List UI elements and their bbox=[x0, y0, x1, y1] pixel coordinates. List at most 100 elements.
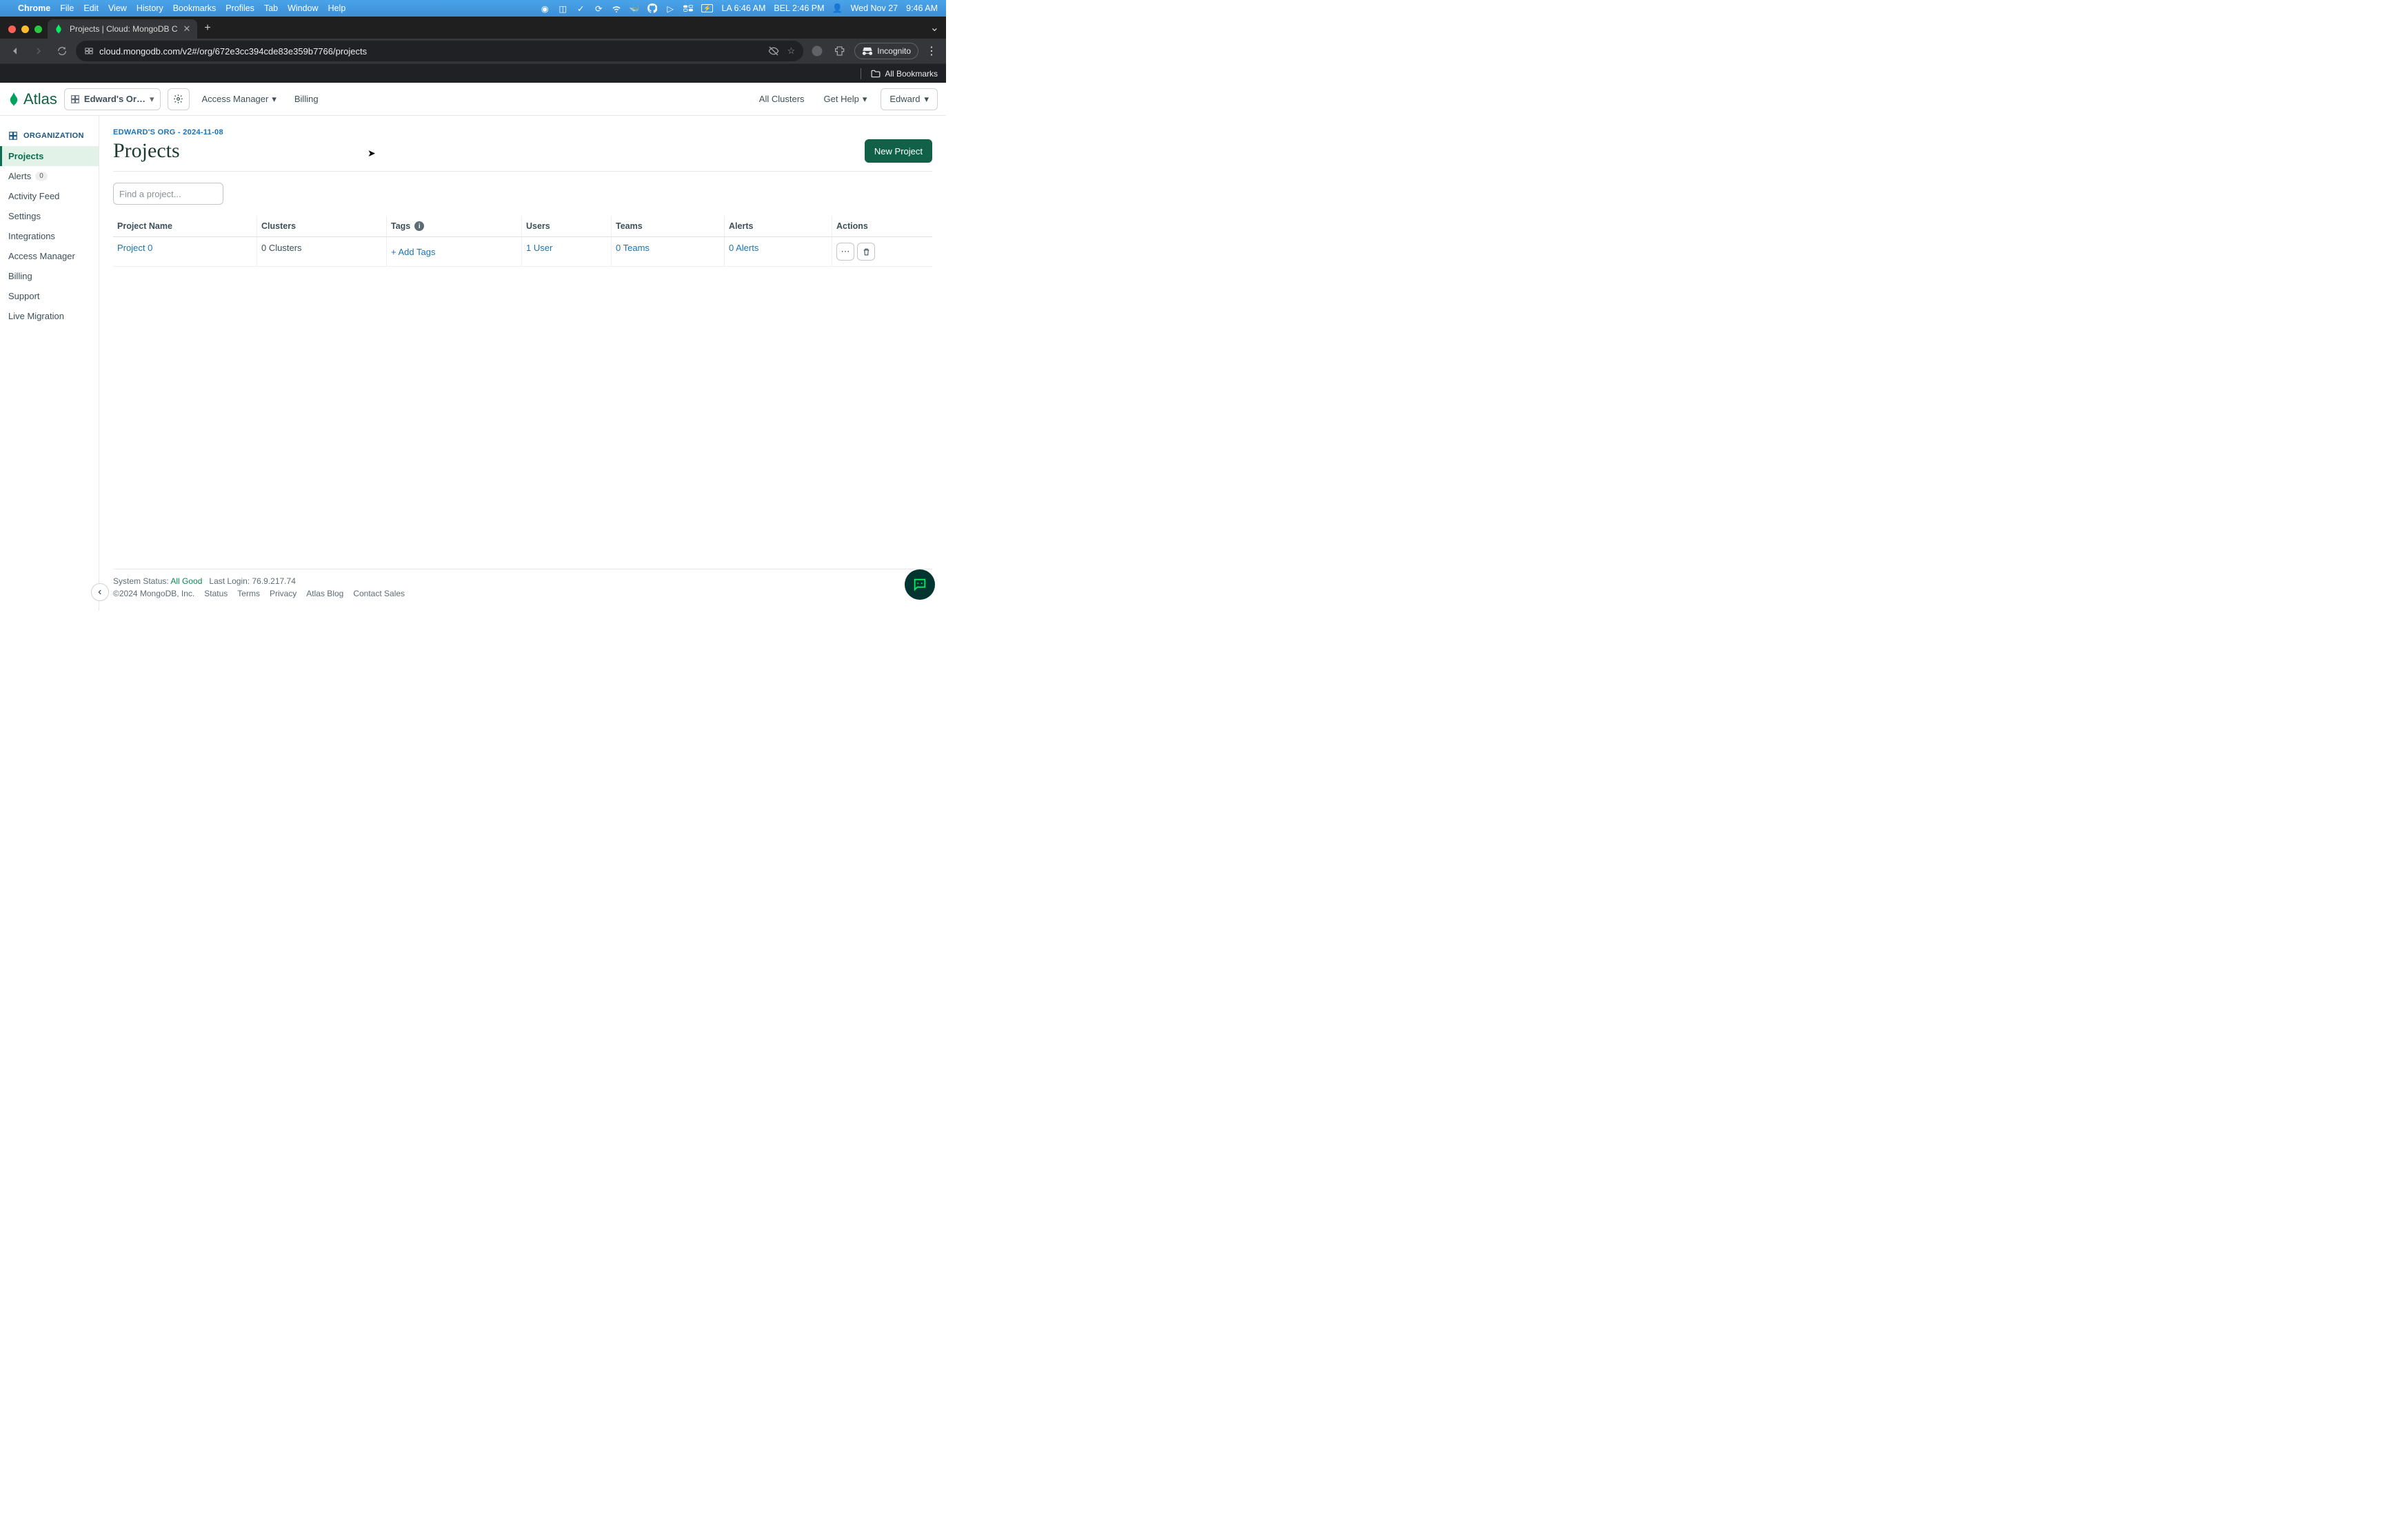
chrome-menu-button[interactable]: ⋮ bbox=[923, 44, 941, 58]
access-manager-dropdown[interactable]: Access Manager ▾ bbox=[197, 94, 282, 105]
chrome-tab-strip: Projects | Cloud: MongoDB C ✕ + ⌄ bbox=[0, 17, 946, 39]
sidebar-item-projects[interactable]: Projects bbox=[0, 146, 99, 166]
alerts-link[interactable]: 0 Alerts bbox=[724, 237, 832, 266]
org-settings-button[interactable] bbox=[168, 88, 190, 110]
mongodb-leaf-icon bbox=[8, 92, 19, 106]
footer-link-terms[interactable]: Terms bbox=[237, 589, 260, 598]
tab-overflow-button[interactable]: ⌄ bbox=[930, 21, 946, 39]
new-tab-button[interactable]: + bbox=[197, 22, 217, 39]
menu-tab[interactable]: Tab bbox=[264, 3, 278, 13]
incognito-indicator[interactable]: Incognito bbox=[854, 43, 918, 59]
last-login-value: 76.9.217.74 bbox=[252, 576, 295, 586]
footer-link-privacy[interactable]: Privacy bbox=[270, 589, 296, 598]
docker-icon[interactable]: 🐳 bbox=[630, 3, 639, 13]
back-button[interactable] bbox=[6, 41, 25, 61]
profile-button[interactable] bbox=[807, 41, 827, 61]
play-icon[interactable]: ▷ bbox=[665, 3, 675, 13]
sidebar-item-activity-feed[interactable]: Activity Feed bbox=[0, 186, 99, 206]
sidebar-item-integrations[interactable]: Integrations bbox=[0, 226, 99, 246]
sidebar-item-live-migration[interactable]: Live Migration bbox=[0, 306, 99, 326]
sidebar-item-alerts[interactable]: Alerts 0 bbox=[0, 166, 99, 186]
breadcrumb[interactable]: EDWARD'S ORG - 2024-11-08 bbox=[113, 128, 932, 136]
sync-icon[interactable]: ⟳ bbox=[594, 3, 603, 13]
delete-button[interactable] bbox=[857, 243, 875, 261]
all-clusters-link[interactable]: All Clusters bbox=[754, 94, 810, 104]
status-value[interactable]: All Good bbox=[170, 576, 202, 586]
get-help-dropdown[interactable]: Get Help ▾ bbox=[818, 94, 873, 105]
wifi-icon[interactable] bbox=[612, 3, 621, 13]
info-icon[interactable]: i bbox=[414, 221, 424, 231]
minimize-window-button[interactable] bbox=[21, 26, 29, 33]
box-icon[interactable]: ◫ bbox=[558, 3, 567, 13]
control-center-icon[interactable] bbox=[683, 3, 693, 13]
users-link[interactable]: 1 User bbox=[521, 237, 611, 266]
sidebar-item-access-manager[interactable]: Access Manager bbox=[0, 246, 99, 266]
bookmark-star-icon[interactable]: ☆ bbox=[787, 45, 796, 57]
new-project-button[interactable]: New Project bbox=[865, 139, 932, 163]
header-name[interactable]: Project Name bbox=[113, 216, 257, 236]
chevron-down-icon: ▾ bbox=[924, 94, 929, 105]
footer-link-status[interactable]: Status bbox=[204, 589, 228, 598]
menubar-time[interactable]: 9:46 AM bbox=[906, 3, 938, 13]
sidebar-collapse-button[interactable] bbox=[91, 583, 109, 601]
footer: System Status: All Good Last Login: 76.9… bbox=[113, 569, 932, 611]
eye-off-icon[interactable] bbox=[768, 45, 779, 57]
maximize-window-button[interactable] bbox=[34, 26, 42, 33]
page-title: Projects bbox=[113, 139, 180, 163]
sidebar: ORGANIZATION Projects Alerts 0 Activity … bbox=[0, 116, 99, 611]
org-picker[interactable]: Edward's Or… ▾ bbox=[64, 88, 161, 110]
header-clusters[interactable]: Clusters bbox=[257, 216, 386, 236]
trash-icon bbox=[862, 247, 871, 256]
user-menu[interactable]: Edward ▾ bbox=[881, 88, 938, 110]
app-menu[interactable]: Chrome bbox=[18, 3, 50, 13]
chat-fab[interactable] bbox=[905, 569, 935, 600]
menu-bookmarks[interactable]: Bookmarks bbox=[173, 3, 217, 13]
check-icon[interactable]: ✓ bbox=[576, 3, 585, 13]
extensions-button[interactable] bbox=[831, 41, 850, 61]
header-users[interactable]: Users bbox=[521, 216, 611, 236]
site-info-icon[interactable] bbox=[84, 46, 94, 56]
menubar-date[interactable]: Wed Nov 27 bbox=[851, 3, 898, 13]
clock-bel[interactable]: BEL 2:46 PM bbox=[774, 3, 824, 13]
sidebar-item-support[interactable]: Support bbox=[0, 286, 99, 306]
atlas-logo[interactable]: Atlas bbox=[8, 90, 57, 108]
all-bookmarks-button[interactable]: All Bookmarks bbox=[885, 69, 938, 79]
github-icon[interactable] bbox=[647, 3, 657, 13]
tab-title: Projects | Cloud: MongoDB C bbox=[70, 24, 178, 34]
browser-tab[interactable]: Projects | Cloud: MongoDB C ✕ bbox=[48, 19, 197, 39]
sidebar-item-settings[interactable]: Settings bbox=[0, 206, 99, 226]
reload-button[interactable] bbox=[52, 41, 72, 61]
add-tags-link[interactable]: + Add Tags bbox=[386, 237, 521, 266]
mongodb-favicon-icon bbox=[54, 24, 64, 34]
project-name-link[interactable]: Project 0 bbox=[113, 237, 257, 266]
record-icon[interactable]: ◉ bbox=[540, 3, 550, 13]
chevron-down-icon: ▾ bbox=[863, 94, 867, 105]
close-window-button[interactable] bbox=[8, 26, 16, 33]
teams-link[interactable]: 0 Teams bbox=[611, 237, 724, 266]
battery-icon[interactable]: ⚡ bbox=[701, 4, 713, 12]
org-name: Edward's Or… bbox=[84, 94, 145, 104]
menu-edit[interactable]: Edit bbox=[83, 3, 99, 13]
row-menu-button[interactable]: ⋯ bbox=[836, 243, 854, 261]
menu-view[interactable]: View bbox=[108, 3, 127, 13]
project-search[interactable] bbox=[113, 183, 223, 205]
menu-profiles[interactable]: Profiles bbox=[225, 3, 254, 13]
atlas-app: Atlas Edward's Or… ▾ Access Manager ▾ Bi… bbox=[0, 83, 946, 611]
forward-button[interactable] bbox=[29, 41, 48, 61]
search-input[interactable] bbox=[119, 189, 241, 199]
billing-link[interactable]: Billing bbox=[289, 94, 324, 104]
user-switch-icon[interactable]: 👤 bbox=[833, 3, 843, 13]
header-teams[interactable]: Teams bbox=[611, 216, 724, 236]
header-alerts[interactable]: Alerts bbox=[724, 216, 832, 236]
footer-link-blog[interactable]: Atlas Blog bbox=[306, 589, 343, 598]
menu-window[interactable]: Window bbox=[288, 3, 318, 13]
menu-history[interactable]: History bbox=[137, 3, 163, 13]
address-bar[interactable]: cloud.mongodb.com/v2#/org/672e3cc394cde8… bbox=[76, 41, 803, 61]
menu-file[interactable]: File bbox=[60, 3, 74, 13]
header-tags[interactable]: Tags i bbox=[386, 216, 521, 236]
clock-la[interactable]: LA 6:46 AM bbox=[721, 3, 765, 13]
tab-close-icon[interactable]: ✕ bbox=[183, 23, 191, 34]
menu-help[interactable]: Help bbox=[328, 3, 346, 13]
sidebar-item-billing[interactable]: Billing bbox=[0, 266, 99, 286]
footer-link-contact[interactable]: Contact Sales bbox=[353, 589, 405, 598]
